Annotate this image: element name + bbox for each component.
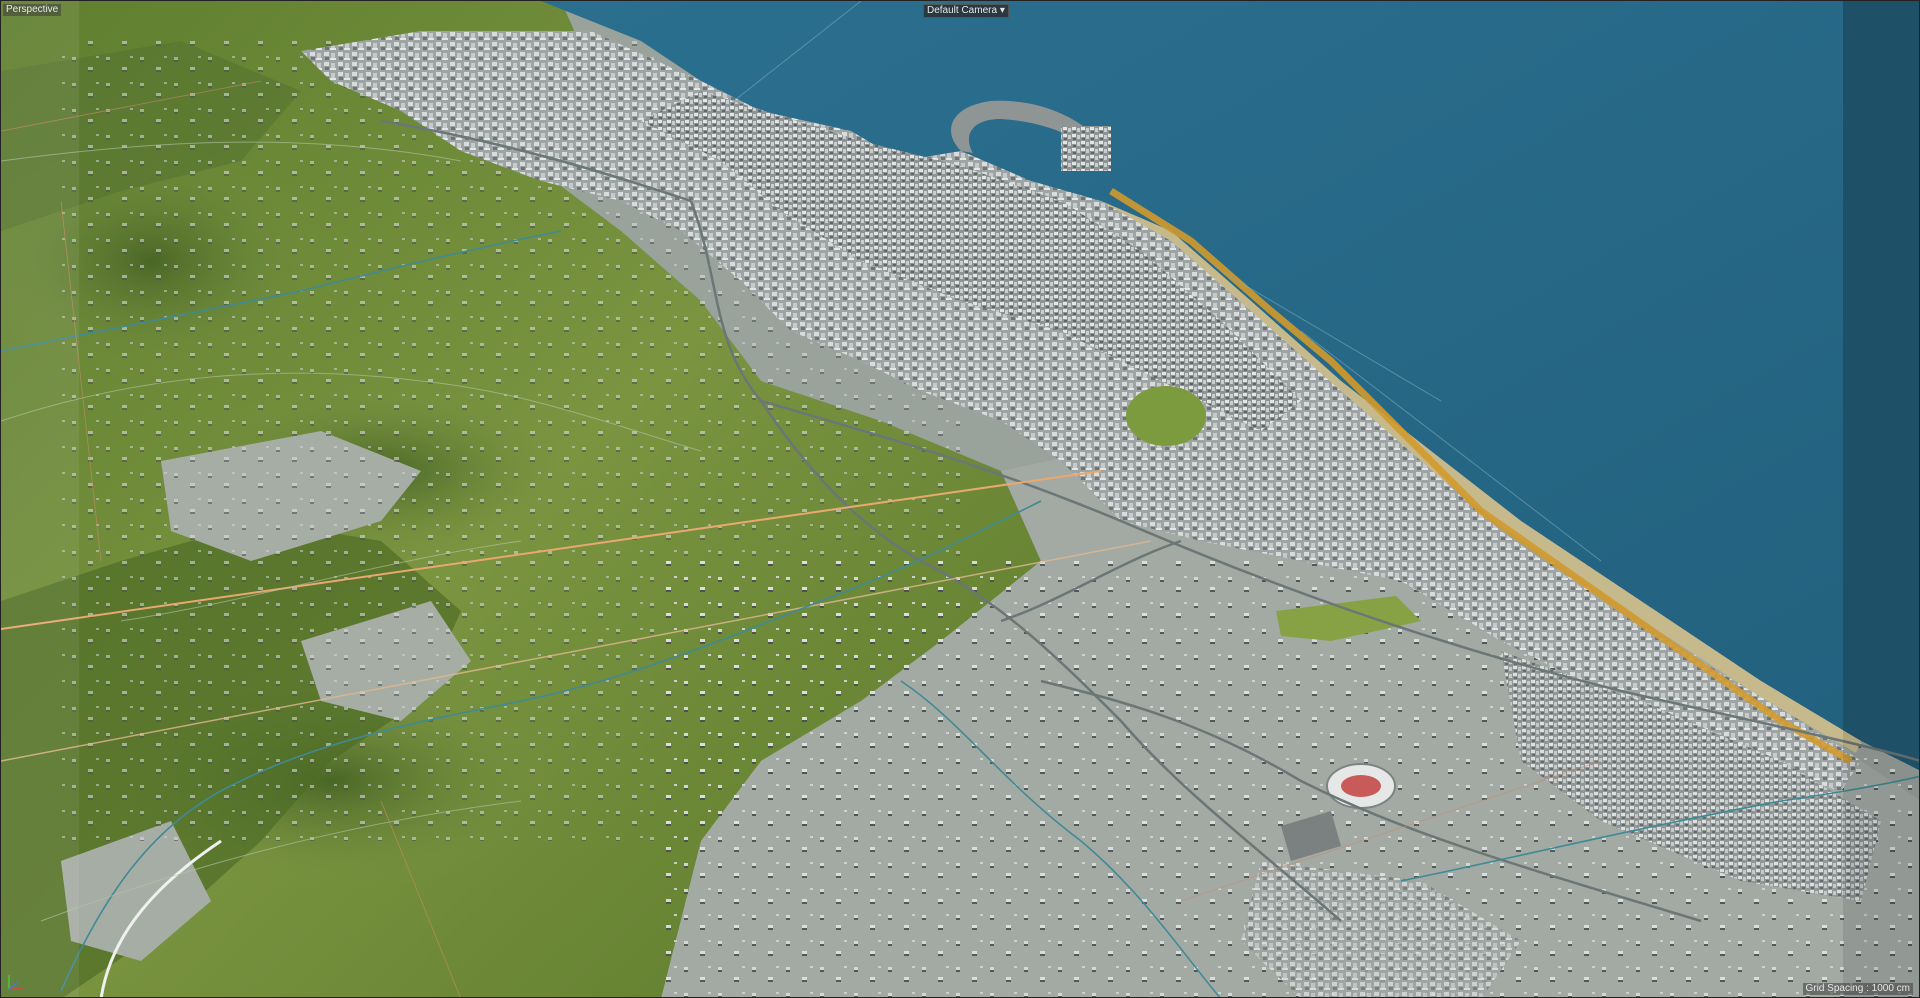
stadium xyxy=(1326,763,1396,809)
axis-gizmo-icon xyxy=(8,975,23,990)
viewport-safe-frame-right xyxy=(1843,1,1919,997)
camera-dropdown-icon[interactable]: ▾ xyxy=(1000,5,1005,16)
city-terrain-scene[interactable] xyxy=(1,1,1920,998)
city-park xyxy=(1126,386,1206,446)
camera-selector[interactable]: Default Camera ▾ xyxy=(923,4,1009,18)
3d-viewport[interactable]: Perspective Default Camera ▾ Grid Spacin… xyxy=(0,0,1920,998)
camera-label: Default Camera xyxy=(927,5,998,16)
view-mode-label[interactable]: Perspective xyxy=(3,4,62,16)
viewport-safe-frame-left xyxy=(1,1,79,997)
harbour-buildings xyxy=(1061,126,1111,171)
grid-spacing-label: Grid Spacing : 1000 cm xyxy=(1802,983,1913,995)
